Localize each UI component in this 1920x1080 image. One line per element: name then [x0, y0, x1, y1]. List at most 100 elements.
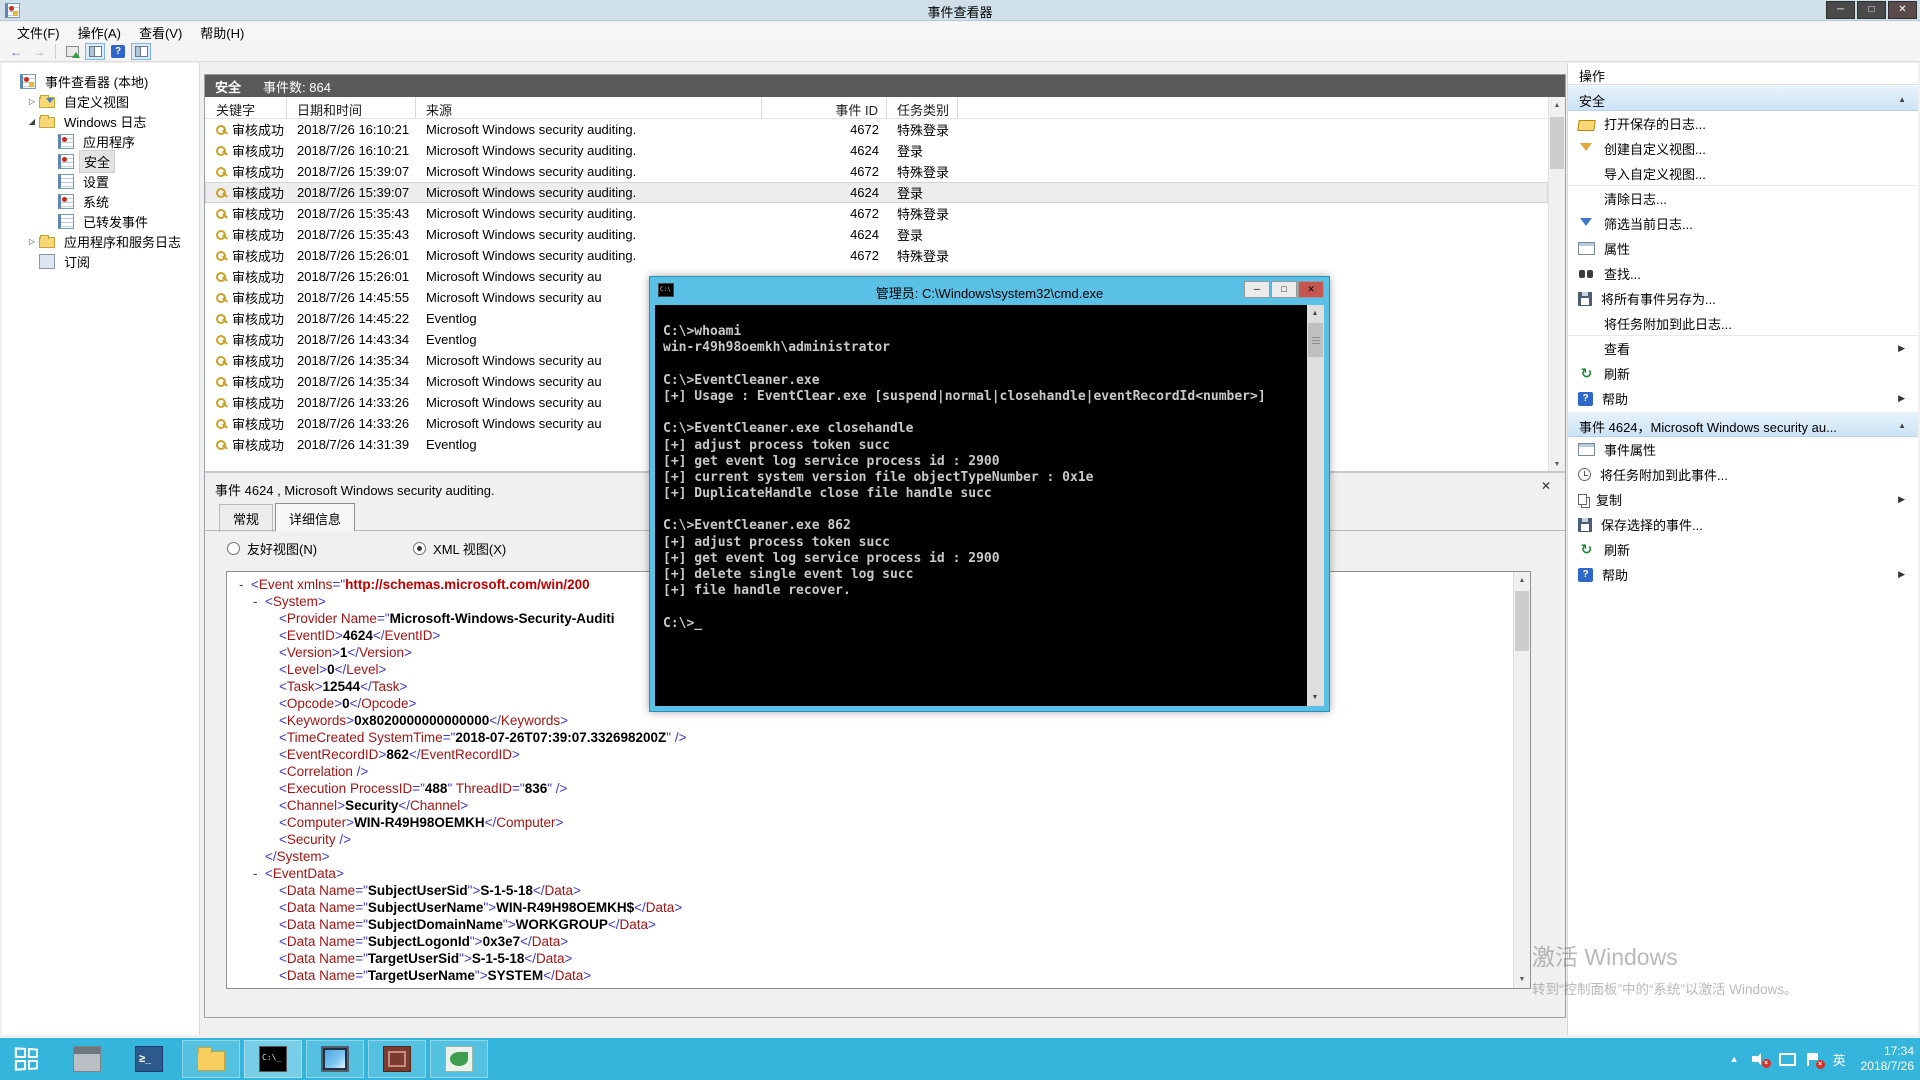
action-item[interactable]: 查看▶: [1568, 336, 1918, 361]
action-item[interactable]: 清除日志...: [1568, 186, 1918, 211]
menu-item[interactable]: 帮助(H): [191, 21, 253, 44]
tree-item[interactable]: 订阅: [2, 251, 199, 271]
column-header[interactable]: 来源: [416, 97, 762, 118]
maximize-button[interactable]: □: [1857, 1, 1886, 19]
show-action-pane-icon[interactable]: [131, 43, 151, 60]
collapse-section-icon[interactable]: ▲: [1898, 95, 1906, 104]
collapse-node-icon[interactable]: -: [253, 593, 265, 610]
taskbar-app-file-explorer-icon[interactable]: [182, 1040, 240, 1078]
action-section-header[interactable]: 安全▲: [1568, 85, 1918, 111]
taskbar-app-green-app-icon[interactable]: [430, 1040, 488, 1078]
action-item[interactable]: 将任务附加到此日志...: [1568, 311, 1918, 336]
tree-item[interactable]: 系统: [2, 191, 199, 211]
action-item[interactable]: 导入自定义视图...: [1568, 161, 1918, 186]
ime-indicator[interactable]: 英: [1833, 1050, 1846, 1069]
tree-item[interactable]: ◢Windows 日志: [2, 111, 199, 131]
tab-inactive[interactable]: 常规: [219, 504, 273, 532]
action-item[interactable]: 打开保存的日志...: [1568, 111, 1918, 136]
scroll-up-icon[interactable]: ▲: [1307, 305, 1323, 322]
console-scrollbar[interactable]: ▲ ▼: [1307, 305, 1324, 706]
action-item[interactable]: ?帮助▶: [1568, 386, 1918, 411]
menu-item[interactable]: 操作(A): [69, 21, 130, 44]
event-row[interactable]: 审核成功2018/7/26 15:35:43Microsoft Windows …: [205, 203, 1548, 224]
action-item[interactable]: 保存选择的事件...: [1568, 512, 1918, 537]
column-header[interactable]: 任务类别: [887, 97, 958, 118]
column-header[interactable]: 日期和时间: [287, 97, 416, 118]
close-button[interactable]: ✕: [1888, 1, 1917, 19]
expander-icon[interactable]: ◢: [25, 117, 39, 126]
scroll-down-icon[interactable]: ▼: [1307, 689, 1323, 706]
action-item[interactable]: 查找...: [1568, 261, 1918, 286]
tree-item[interactable]: 事件查看器 (本地): [2, 71, 199, 91]
scroll-up-icon[interactable]: ▲: [1514, 572, 1530, 589]
taskbar-app-display-app-icon[interactable]: [306, 1040, 364, 1078]
list-column-headers: 关键字日期和时间来源事件 ID任务类别: [205, 97, 1548, 119]
tree-item[interactable]: 应用程序: [2, 131, 199, 151]
back-icon[interactable]: ←: [6, 43, 26, 60]
taskbar-app-powershell-icon[interactable]: ≥_: [120, 1040, 178, 1078]
start-button[interactable]: [10, 1045, 44, 1073]
cmd-close-button[interactable]: ✕: [1298, 281, 1324, 298]
help-icon[interactable]: ?: [108, 43, 128, 60]
action-item[interactable]: 筛选当前日志...: [1568, 211, 1918, 236]
taskbar-app-server-manager-icon[interactable]: [58, 1040, 116, 1078]
tab-active[interactable]: 详细信息: [275, 503, 355, 531]
event-row[interactable]: 审核成功2018/7/26 15:35:43Microsoft Windows …: [205, 224, 1548, 245]
collapse-node-icon[interactable]: -: [253, 865, 265, 882]
network-icon[interactable]: [1779, 1053, 1794, 1065]
event-row[interactable]: 审核成功2018/7/26 15:39:07Microsoft Windows …: [205, 182, 1548, 203]
tree-item[interactable]: 已转发事件: [2, 211, 199, 231]
tree-item[interactable]: 设置: [2, 171, 199, 191]
collapse-section-icon[interactable]: ▲: [1898, 421, 1906, 430]
export-icon[interactable]: [62, 43, 82, 60]
taskbar-app-red-app-icon[interactable]: [368, 1040, 426, 1078]
tree-item[interactable]: ▷应用程序和服务日志: [2, 231, 199, 251]
list-scrollbar[interactable]: ▲ ▼: [1548, 97, 1565, 473]
action-section-header[interactable]: 事件 4624，Microsoft Windows security au...…: [1568, 411, 1918, 437]
event-row[interactable]: 审核成功2018/7/26 15:26:01Microsoft Windows …: [205, 245, 1548, 266]
action-item[interactable]: 创建自定义视图...: [1568, 136, 1918, 161]
scroll-thumb[interactable]: [1515, 591, 1529, 651]
event-row[interactable]: 审核成功2018/7/26 15:39:07Microsoft Windows …: [205, 161, 1548, 182]
scroll-thumb[interactable]: [1550, 117, 1564, 169]
action-item[interactable]: 将任务附加到此事件...: [1568, 462, 1918, 487]
menu-item[interactable]: 文件(F): [8, 21, 69, 44]
detail-close-icon[interactable]: ✕: [1541, 479, 1551, 493]
view-radio[interactable]: XML 视图(X): [413, 539, 506, 558]
cmd-minimize-button[interactable]: ─: [1244, 281, 1270, 298]
column-header[interactable]: 事件 ID: [762, 97, 887, 118]
action-item[interactable]: 事件属性: [1568, 437, 1918, 462]
action-item[interactable]: ↻刷新: [1568, 361, 1918, 386]
scroll-up-icon[interactable]: ▲: [1549, 97, 1565, 114]
action-item[interactable]: 属性: [1568, 236, 1918, 261]
action-item[interactable]: ?帮助▶: [1568, 562, 1918, 587]
taskbar-clock[interactable]: 17:34 2018/7/26: [1861, 1044, 1914, 1074]
cmd-window[interactable]: C:\ 管理员: C:\Windows\system32\cmd.exe ─□✕…: [649, 276, 1330, 712]
forward-icon[interactable]: →: [29, 43, 49, 60]
volume-muted-icon[interactable]: ×: [1752, 1053, 1766, 1065]
action-center-flag-icon[interactable]: ×: [1807, 1053, 1820, 1066]
collapse-node-icon[interactable]: -: [239, 576, 251, 593]
column-header[interactable]: 关键字: [205, 97, 287, 118]
action-item[interactable]: ↻刷新: [1568, 537, 1918, 562]
taskbar-app-cmd-icon[interactable]: C:\_: [244, 1040, 302, 1078]
menu-item[interactable]: 查看(V): [130, 21, 191, 44]
show-console-tree-icon[interactable]: [85, 43, 105, 60]
action-item[interactable]: 复制▶: [1568, 487, 1918, 512]
minimize-button[interactable]: ─: [1826, 1, 1855, 19]
scroll-down-icon[interactable]: ▼: [1514, 971, 1530, 988]
tree-item[interactable]: ▷自定义视图: [2, 91, 199, 111]
tree-item[interactable]: 安全: [2, 151, 199, 171]
expander-icon[interactable]: ▷: [25, 237, 39, 246]
xml-scrollbar[interactable]: ▲ ▼: [1513, 572, 1530, 988]
cmd-titlebar[interactable]: C:\ 管理员: C:\Windows\system32\cmd.exe ─□✕: [650, 277, 1329, 305]
event-row[interactable]: 审核成功2018/7/26 16:10:21Microsoft Windows …: [205, 140, 1548, 161]
expander-icon[interactable]: ▷: [25, 97, 39, 106]
console[interactable]: C:\>whoamiwin-r49h98oemkh\administratorC…: [655, 305, 1324, 706]
event-row[interactable]: 审核成功2018/7/26 16:10:21Microsoft Windows …: [205, 119, 1548, 140]
show-hidden-icons-icon[interactable]: ▲: [1730, 1054, 1739, 1064]
cmd-maximize-button[interactable]: □: [1271, 281, 1297, 298]
view-radio[interactable]: 友好视图(N): [227, 539, 317, 558]
scroll-thumb[interactable]: [1308, 323, 1323, 357]
action-item[interactable]: 将所有事件另存为...: [1568, 286, 1918, 311]
